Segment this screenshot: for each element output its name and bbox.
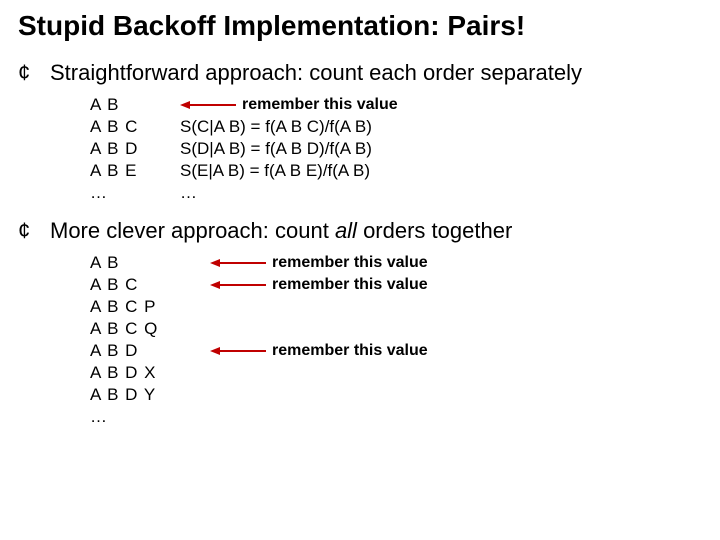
ngram: A B D X [90, 363, 180, 383]
ngram-row: A B remember this value [90, 94, 702, 116]
arrow-left-icon [210, 345, 266, 357]
bullet-text: More clever approach: count all orders t… [50, 218, 512, 244]
ngram-row: A B C P [90, 296, 702, 318]
ngram-row: … [90, 406, 702, 428]
arrow-left-icon [210, 279, 266, 291]
formula: S(E|A B) = f(A B E)/f(A B) [180, 161, 370, 181]
ngram-row: A B remember this value [90, 252, 702, 274]
arrow-left-icon [180, 99, 236, 111]
bullet-icon: ¢ [18, 218, 36, 244]
text-italic: all [335, 218, 357, 243]
ngram-row: A B C S(C|A B) = f(A B C)/f(A B) [90, 116, 702, 138]
ngram: A B D [90, 139, 180, 159]
ngram: A B D [90, 341, 180, 361]
ngram: … [90, 407, 180, 427]
bullet-icon: ¢ [18, 60, 36, 86]
formula: S(D|A B) = f(A B D)/f(A B) [180, 139, 372, 159]
formula: S(C|A B) = f(A B C)/f(A B) [180, 117, 372, 137]
annotation: remember this value [272, 342, 428, 360]
arrow-left-icon [210, 257, 266, 269]
ngram: A B C Q [90, 319, 180, 339]
slide: Stupid Backoff Implementation: Pairs! ¢ … [0, 0, 720, 428]
bullet-text: Straightforward approach: count each ord… [50, 60, 582, 86]
annotation: remember this value [272, 276, 428, 294]
annotation: remember this value [272, 254, 428, 272]
ngram-row: A B E S(E|A B) = f(A B E)/f(A B) [90, 160, 702, 182]
ngram: A B C [90, 275, 180, 295]
ngram: A B C P [90, 297, 180, 317]
ngram: A B E [90, 161, 180, 181]
text-pre: More clever approach: count [50, 218, 335, 243]
ngram: A B D Y [90, 385, 180, 405]
ngram-row: A B D X [90, 362, 702, 384]
ngram-row: … … [90, 182, 702, 204]
bullet-clever: ¢ More clever approach: count all orders… [18, 218, 702, 244]
block-clever: A B remember this value A B C remember t… [90, 252, 702, 428]
block-straightforward: A B remember this value A B C S(C|A B) =… [90, 94, 702, 204]
ngram-row: A B C remember this value [90, 274, 702, 296]
ngram-row: A B D remember this value [90, 340, 702, 362]
ngram: A B [90, 253, 180, 273]
ngram-row: A B D S(D|A B) = f(A B D)/f(A B) [90, 138, 702, 160]
annotation: remember this value [242, 96, 398, 114]
page-title: Stupid Backoff Implementation: Pairs! [18, 10, 702, 42]
ngram-row: A B D Y [90, 384, 702, 406]
bullet-straightforward: ¢ Straightforward approach: count each o… [18, 60, 702, 86]
text-post: orders together [357, 218, 512, 243]
formula: … [180, 183, 197, 203]
ngram: A B C [90, 117, 180, 137]
ngram: A B [90, 95, 180, 115]
ngram: … [90, 183, 180, 203]
ngram-row: A B C Q [90, 318, 702, 340]
